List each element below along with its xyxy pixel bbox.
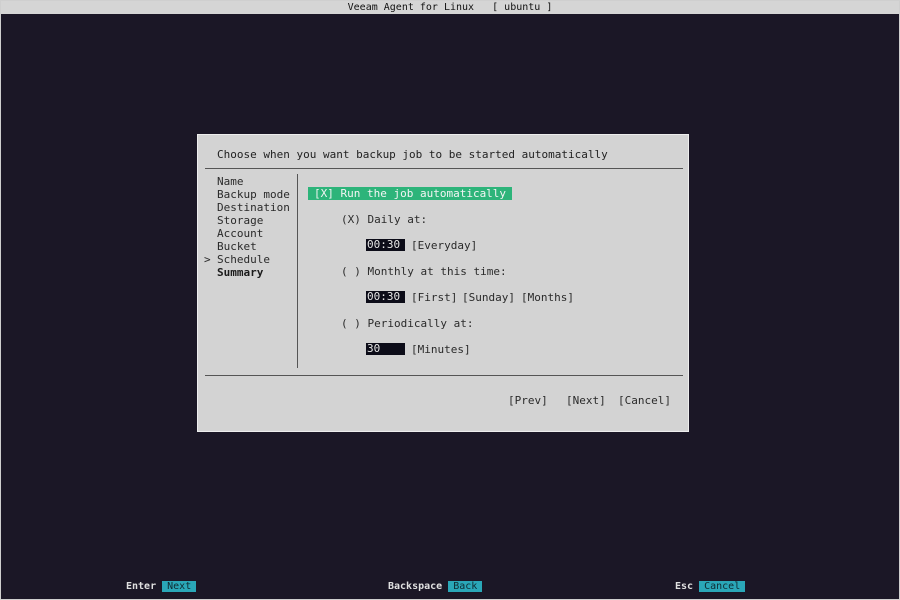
periodically-radio[interactable]: ( ) Periodically at: bbox=[341, 317, 473, 330]
monthly-day-select[interactable]: [Sunday] bbox=[462, 291, 515, 304]
footer-esc-hint: Esc Cancel bbox=[675, 581, 746, 593]
esc-action-badge[interactable]: Cancel bbox=[699, 581, 746, 592]
step-schedule[interactable]: > Schedule bbox=[204, 253, 290, 266]
monthly-time-input[interactable]: 00:30 bbox=[366, 291, 405, 303]
step-account[interactable]: Account bbox=[217, 227, 290, 240]
prev-button[interactable]: [Prev] bbox=[508, 394, 548, 407]
divider-vertical bbox=[297, 174, 298, 368]
esc-key-label: Esc bbox=[675, 581, 694, 592]
step-name[interactable]: Name bbox=[217, 175, 290, 188]
enter-key-label: Enter bbox=[126, 581, 157, 592]
footer-backspace-hint: Backspace Back bbox=[388, 581, 483, 593]
monthly-radio[interactable]: ( ) Monthly at this time: bbox=[341, 265, 507, 278]
current-step-marker: > bbox=[204, 253, 211, 266]
step-schedule-label: Schedule bbox=[217, 253, 270, 266]
wizard-steps: Name Backup mode Destination Storage Acc… bbox=[204, 175, 290, 279]
schedule-dialog: Choose when you want backup job to be st… bbox=[197, 134, 689, 432]
run-automatically-checkbox[interactable]: [X] Run the job automatically bbox=[308, 187, 513, 200]
period-value-input[interactable]: 30 bbox=[366, 343, 405, 355]
daily-time-input[interactable]: 00:30 bbox=[366, 239, 405, 251]
cancel-button[interactable]: [Cancel] bbox=[618, 394, 671, 407]
monthly-week-select[interactable]: [First] bbox=[411, 291, 457, 304]
divider-top bbox=[205, 168, 683, 169]
window-title: Veeam Agent for Linux [ ubuntu ] bbox=[1, 1, 899, 14]
daily-days-select[interactable]: [Everyday] bbox=[411, 239, 477, 252]
enter-action-badge[interactable]: Next bbox=[162, 581, 197, 592]
period-unit-select[interactable]: [Minutes] bbox=[411, 343, 471, 356]
dialog-prompt: Choose when you want backup job to be st… bbox=[217, 148, 608, 161]
footer-enter-hint: Enter Next bbox=[126, 581, 197, 593]
step-summary[interactable]: Summary bbox=[217, 266, 290, 279]
daily-radio[interactable]: (X) Daily at: bbox=[341, 213, 427, 226]
next-button[interactable]: [Next] bbox=[566, 394, 606, 407]
backspace-action-badge[interactable]: Back bbox=[448, 581, 483, 592]
backspace-key-label: Backspace bbox=[388, 581, 443, 592]
step-destination[interactable]: Destination bbox=[217, 201, 290, 214]
monthly-months-select[interactable]: [Months] bbox=[521, 291, 574, 304]
divider-bottom bbox=[205, 375, 683, 376]
step-storage[interactable]: Storage bbox=[217, 214, 290, 227]
step-bucket[interactable]: Bucket bbox=[217, 240, 290, 253]
step-backup-mode[interactable]: Backup mode bbox=[217, 188, 290, 201]
